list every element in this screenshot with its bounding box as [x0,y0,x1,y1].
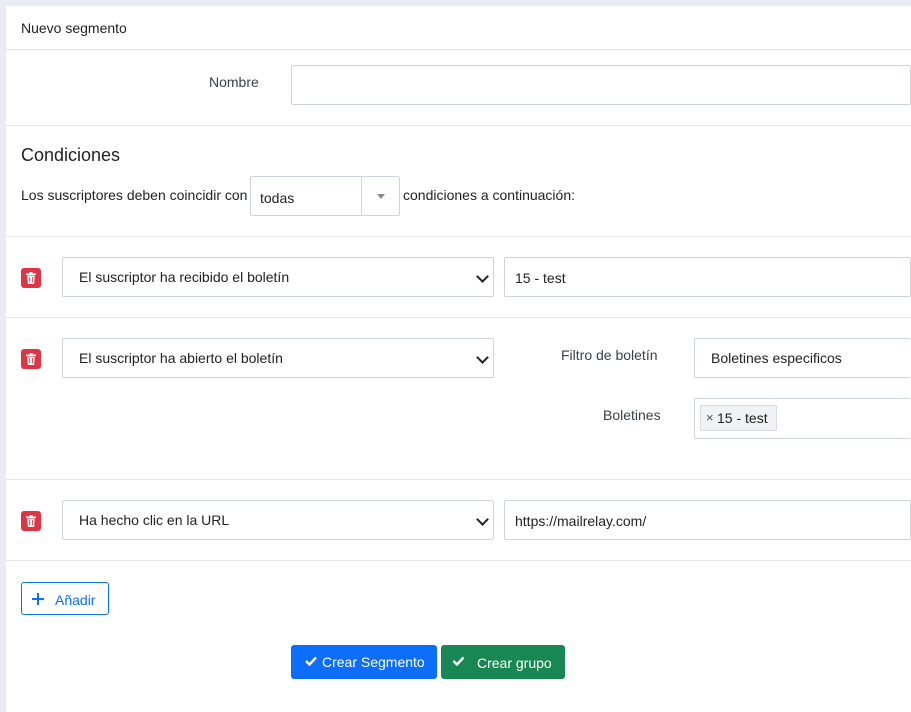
tag-remove-icon[interactable]: × [706,410,714,425]
select-separator [361,177,362,215]
trash-icon [26,353,36,365]
newsletters-label: Boletines [603,407,661,423]
condition-type-select[interactable]: El suscriptor ha recibido el boletín [62,257,494,297]
check-icon [452,656,465,666]
divider [6,317,911,318]
chevron-down-icon [476,351,489,364]
newsletter-input[interactable]: 15 - test [504,257,911,297]
chevron-down-icon [476,513,489,526]
check-icon [305,656,317,666]
divider [6,479,911,480]
chevron-down-icon [476,270,489,283]
delete-condition-button[interactable] [21,349,41,369]
divider [6,125,911,126]
condition-type-select[interactable]: Ha hecho clic en la URL [62,500,494,540]
delete-condition-button[interactable] [21,511,41,531]
match-prefix-text: Los suscriptores deben coincidir con [21,187,248,203]
create-group-label: Crear grupo [477,655,552,671]
name-label: Nombre [209,74,259,90]
condition-type-value: Ha hecho clic en la URL [79,512,230,528]
tag-label: 15 - test [717,410,768,426]
match-select-value: todas [260,190,295,206]
caret-down-icon[interactable] [377,194,385,199]
conditions-heading: Condiciones [21,145,121,165]
newsletter-filter-value: Boletines especificos [711,350,842,366]
card-header: Nuevo segmento [6,6,911,50]
trash-icon [26,515,36,527]
condition-type-value: El suscriptor ha abierto el boletín [79,350,283,366]
newsletter-tag: × 15 - test [700,405,777,431]
condition-type-select[interactable]: El suscriptor ha abierto el boletín [62,338,494,378]
create-segment-button[interactable]: Crear Segmento [291,645,437,679]
create-segment-label: Crear Segmento [322,654,425,670]
match-select[interactable]: todas [250,176,400,216]
condition-type-value: El suscriptor ha recibido el boletín [79,269,290,285]
divider [6,236,911,237]
plus-icon [32,593,44,605]
url-input[interactable]: https://mailrelay.com/ [504,500,911,540]
create-group-button[interactable]: Crear grupo [441,645,565,679]
match-suffix-text: condiciones a continuación: [403,187,576,203]
newsletter-filter-label: Filtro de boletín [561,347,658,363]
newsletters-multiselect[interactable]: × 15 - test [694,398,911,439]
add-condition-label: Añadir [55,592,96,608]
add-condition-button[interactable]: Añadir [21,582,109,615]
name-input[interactable] [291,65,911,105]
delete-condition-button[interactable] [21,268,41,288]
divider [6,560,911,561]
segment-card: Nuevo segmento Nombre Condiciones Los su… [6,6,911,712]
page-title: Nuevo segmento [21,20,127,36]
trash-icon [26,272,36,284]
newsletter-filter-select[interactable]: Boletines especificos [694,338,911,378]
